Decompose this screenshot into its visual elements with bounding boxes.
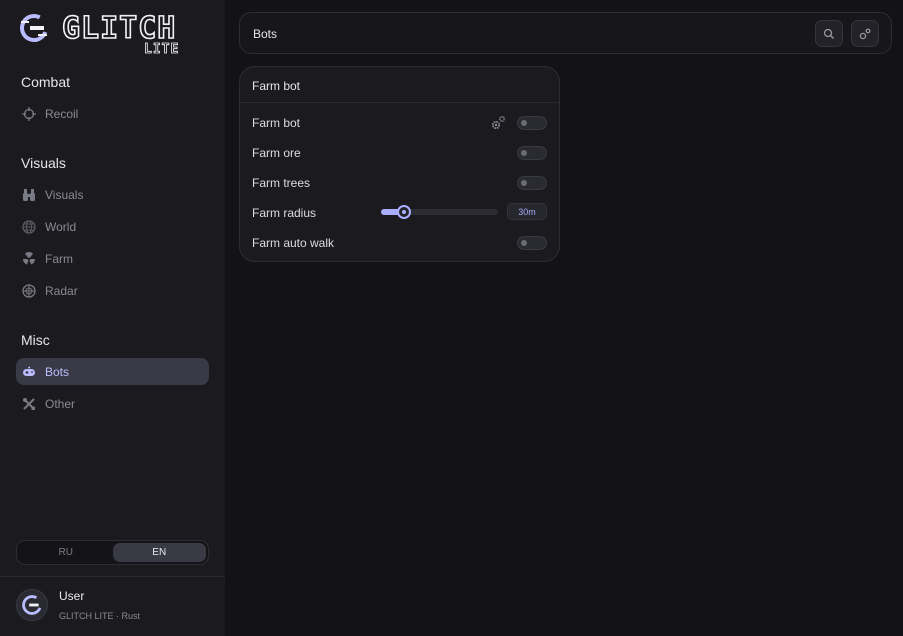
logo: GLITCH LITE — [18, 11, 188, 58]
radiation-icon — [22, 251, 36, 266]
sidebar-item-bots[interactable]: Bots — [16, 358, 209, 385]
farm-trees-toggle[interactable] — [517, 176, 547, 190]
search-button[interactable] — [815, 20, 843, 47]
language-option-en[interactable]: EN — [112, 543, 206, 562]
avatar[interactable] — [16, 589, 48, 621]
sidebar-item-recoil[interactable]: Recoil — [16, 100, 209, 127]
logo-edition: LITE — [144, 42, 180, 58]
card-title: Farm bot — [240, 67, 559, 103]
glitch-logo-icon — [22, 595, 42, 615]
sidebar-item-label: Recoil — [45, 106, 79, 121]
toggle-knob — [521, 120, 527, 126]
farm-bot-card: Farm bot Farm bot Farm ore Farm trees Fa… — [239, 66, 560, 262]
setting-row-farm-bot: Farm bot — [252, 113, 547, 133]
tools-icon — [22, 397, 36, 411]
setting-label: Farm trees — [252, 176, 311, 190]
radar-icon — [22, 283, 36, 298]
crosshair-icon — [22, 106, 36, 121]
toggle-knob — [521, 240, 527, 246]
setting-row-farm-radius: Farm radius 30m — [252, 203, 547, 223]
farm-auto-walk-toggle[interactable] — [517, 236, 547, 250]
language-switch: RU EN — [16, 540, 209, 565]
section-title-combat: Combat — [21, 74, 71, 90]
sidebar-item-visuals[interactable]: Visuals — [16, 181, 209, 208]
sidebar-item-label: Radar — [45, 283, 78, 298]
sidebar-item-label: Visuals — [45, 187, 84, 202]
user-name: User — [59, 589, 85, 603]
section-title-misc: Misc — [21, 332, 50, 348]
settings-button[interactable] — [851, 20, 879, 47]
sidebar-item-label: World — [45, 219, 77, 234]
settings-icon — [859, 28, 871, 39]
farm-radius-slider[interactable] — [381, 205, 498, 219]
farm-ore-toggle[interactable] — [517, 146, 547, 160]
setting-row-farm-trees: Farm trees — [252, 173, 547, 193]
binoculars-icon — [22, 188, 36, 202]
setting-label: Farm radius — [252, 206, 317, 220]
toggle-knob — [521, 180, 527, 186]
sidebar-item-radar[interactable]: Radar — [16, 277, 209, 304]
setting-label: Farm ore — [252, 146, 301, 160]
gamepad-icon — [22, 365, 36, 379]
farm-bot-toggle[interactable] — [517, 116, 547, 130]
sidebar-item-world[interactable]: World — [16, 213, 209, 240]
sidebar-item-label: Other — [45, 396, 76, 411]
logo-wordmark: GLITCH — [61, 11, 177, 47]
page-title: Bots — [253, 27, 278, 41]
user-subtitle: GLITCH LITE · Rust — [59, 611, 141, 621]
globe-icon — [22, 219, 36, 234]
sidebar-item-label: Farm — [45, 251, 73, 266]
setting-row-farm-auto-walk: Farm auto walk — [252, 233, 547, 253]
slider-thumb[interactable] — [397, 205, 411, 219]
sidebar-item-farm[interactable]: Farm — [16, 245, 209, 272]
gear-icon[interactable] — [490, 115, 506, 131]
user-panel: User GLITCH LITE · Rust — [0, 576, 225, 636]
sidebar-item-label: Bots — [45, 364, 70, 379]
section-title-visuals: Visuals — [21, 155, 66, 171]
setting-row-farm-ore: Farm ore — [252, 143, 547, 163]
setting-label: Farm bot — [252, 116, 301, 130]
search-icon — [823, 28, 834, 39]
sidebar-item-other[interactable]: Other — [16, 390, 209, 417]
sidebar: GLITCH LITE Combat Recoil Visuals Visual… — [0, 0, 225, 636]
language-option-ru[interactable]: RU — [19, 543, 113, 562]
setting-label: Farm auto walk — [252, 236, 335, 250]
glitch-logo-icon — [20, 14, 48, 42]
toggle-knob — [521, 150, 527, 156]
topbar: Bots — [239, 12, 892, 54]
farm-radius-value: 30m — [507, 203, 547, 220]
